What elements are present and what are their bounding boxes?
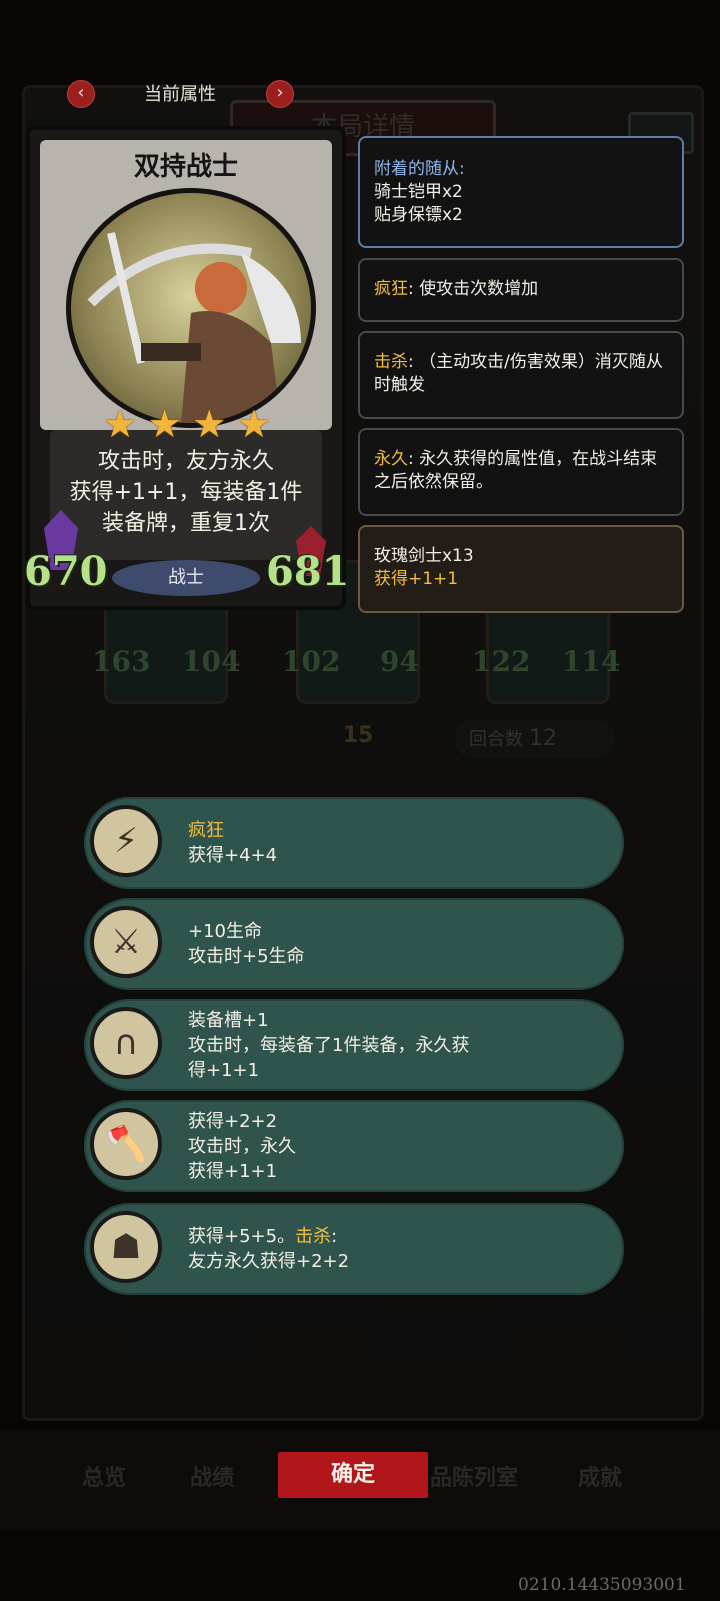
perk-line: 得+1+1	[188, 1059, 260, 1081]
perk-keyword: 击杀	[295, 1226, 332, 1247]
horseshoe-icon: ∩	[90, 1007, 162, 1079]
card-description-line: 装备牌，重复1次	[102, 511, 270, 536]
next-arrow-icon[interactable]: ›	[266, 80, 294, 108]
tab-achievements: 成就	[578, 1466, 623, 1491]
perk-keyword: 疯狂	[188, 820, 224, 841]
prev-arrow-icon[interactable]: ‹	[67, 80, 95, 108]
tab-record: 战绩	[190, 1466, 235, 1491]
star-icon: ★	[102, 402, 138, 446]
health-value: 681	[266, 548, 350, 595]
rose-title: 玫瑰剑士x13	[374, 546, 474, 566]
perk-line: 获得+4+4	[188, 845, 278, 866]
tribe-badge: 战士	[112, 560, 260, 596]
perk-line-prefix: 获得+5+5。	[188, 1226, 296, 1247]
permanent-tooltip: 永久: 永久获得的属性值，在战斗结束之后依然保留。	[358, 428, 684, 516]
rose-text: 获得+1+1	[374, 569, 459, 589]
perk-item[interactable]: ⚔ +10生命 攻击时+5生命	[84, 898, 624, 990]
tab-overview: 总览	[82, 1466, 127, 1491]
confirm-button[interactable]: 确定	[278, 1452, 428, 1498]
perk-text: 疯狂 获得+4+4	[188, 797, 608, 889]
card-description-line: 获得+1+1，每装备1件	[69, 480, 303, 505]
perk-item[interactable]: ☗ 获得+5+5。击杀: 友方永久获得+2+2	[84, 1203, 624, 1295]
perk-line: 攻击时+5生命	[188, 946, 305, 967]
attached-item: 贴身保镖x2	[374, 205, 463, 225]
kill-tooltip: 击杀: （主动攻击/伤害效果）消灭随从时触发	[358, 331, 684, 419]
build-id: 0210.14435093001	[518, 1575, 686, 1595]
star-icon: ★	[192, 402, 227, 446]
lightning-shield-icon: ⚡	[90, 805, 162, 877]
card-description-line: 攻击时，友方永久	[97, 449, 274, 474]
attached-item: 骑士铠甲x2	[374, 182, 463, 202]
perk-item[interactable]: ⚡ 疯狂 获得+4+4	[84, 797, 624, 889]
perk-line: 获得+5+5。击杀:	[188, 1224, 608, 1249]
rose-swordsman-tooltip: 玫瑰剑士x13 获得+1+1	[358, 525, 684, 613]
perk-line: 攻击时，每装备了1件装备，永久获	[188, 1034, 470, 1056]
frenzy-keyword: 疯狂	[374, 279, 408, 299]
tab-showroom: 品陈列室	[430, 1466, 519, 1491]
perk-item[interactable]: ∩ 装备槽+1 攻击时，每装备了1件装备，永久获 得+1+1	[84, 999, 624, 1091]
perk-line: +10生命	[188, 921, 262, 942]
attached-minions-tooltip: 附着的随从: 骑士铠甲x2 贴身保镖x2	[358, 136, 684, 248]
perk-line: 获得+1+1	[188, 1160, 278, 1182]
warrior-portrait-icon	[66, 188, 316, 428]
star-icon: ★	[147, 402, 182, 446]
kill-text: : （主动攻击/伤害效果）消灭随从时触发	[374, 352, 663, 395]
flail-icon: ⚔	[90, 906, 162, 978]
perk-line: 装备槽+1	[188, 1009, 269, 1031]
perk-text: 获得+2+2 攻击时，永久 获得+1+1	[188, 1100, 608, 1192]
hero-card: 双持战士 攻击时，友方永久 获得+1+1，每装备1件 装备牌，重复1次 ★ ★ …	[24, 126, 350, 610]
frenzy-tooltip: 疯狂: 使攻击次数增加	[358, 258, 684, 322]
hooded-figure-icon: ☗	[90, 1211, 162, 1283]
perk-line: 友方永久获得+2+2	[188, 1251, 350, 1272]
perk-line: 获得+2+2	[188, 1110, 278, 1132]
star-icon: ★	[236, 402, 271, 446]
perk-line: 攻击时，永久	[188, 1135, 296, 1157]
permanent-keyword: 永久	[374, 449, 408, 469]
permanent-text: : 永久获得的属性值，在战斗结束之后依然保留。	[374, 449, 658, 492]
attached-title: 附着的随从:	[374, 159, 465, 179]
perk-text: 装备槽+1 攻击时，每装备了1件装备，永久获 得+1+1	[188, 999, 608, 1091]
header-title: 当前属性	[144, 84, 216, 105]
axe-icon: 🪓	[90, 1108, 162, 1180]
kill-keyword: 击杀	[374, 352, 408, 372]
star-rating: ★ ★ ★ ★	[102, 402, 272, 446]
attack-value: 670	[24, 548, 108, 595]
card-name: 双持战士	[133, 152, 238, 182]
perk-text: 获得+5+5。击杀: 友方永久获得+2+2	[188, 1203, 608, 1295]
frenzy-text: : 使攻击次数增加	[408, 279, 539, 299]
perk-text: +10生命 攻击时+5生命	[188, 898, 608, 990]
perk-line-suffix: :	[331, 1226, 338, 1247]
perk-item[interactable]: 🪓 获得+2+2 攻击时，永久 获得+1+1	[84, 1100, 624, 1192]
card-description: 攻击时，友方永久 获得+1+1，每装备1件 装备牌，重复1次	[60, 446, 312, 539]
